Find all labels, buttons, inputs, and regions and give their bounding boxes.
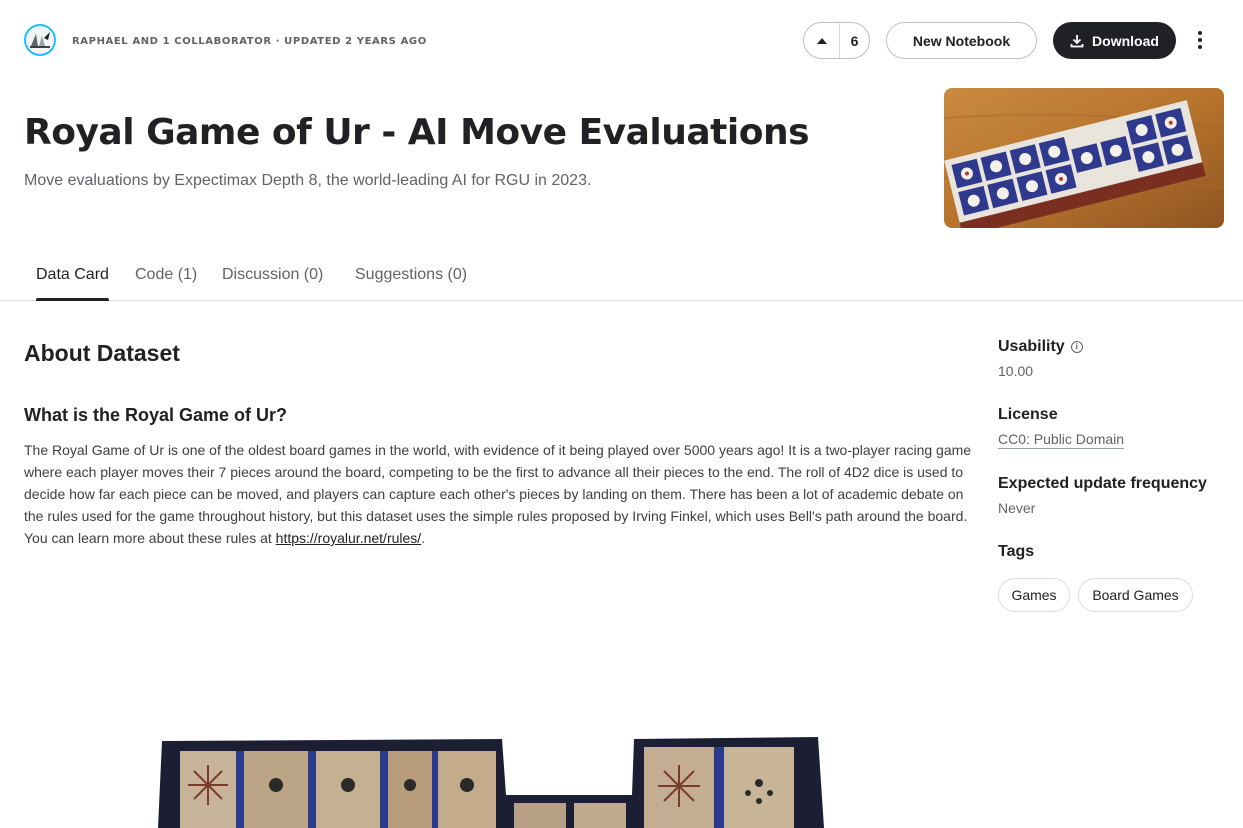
ur-board-photo — [158, 735, 828, 828]
usability-value: 10.00 — [998, 363, 1034, 379]
tag-chip-board-games[interactable]: Board Games — [1078, 578, 1193, 612]
info-icon[interactable]: i — [1070, 341, 1083, 353]
more-vertical-icon[interactable] — [1186, 26, 1214, 54]
upvote-widget: 6 — [803, 22, 870, 59]
update-frequency-label: Expected update frequency — [998, 475, 1207, 492]
download-button[interactable]: Download — [1053, 22, 1176, 59]
upvote-count[interactable]: 6 — [840, 33, 869, 49]
about-heading: About Dataset — [24, 340, 180, 366]
download-label: Download — [1092, 32, 1159, 49]
dataset-cover-image — [944, 88, 1224, 228]
owner-avatar[interactable] — [24, 24, 56, 56]
upvote-button[interactable] — [804, 23, 840, 58]
tab-discussion[interactable]: Discussion (0) — [222, 266, 323, 301]
tab-code[interactable]: Code (1) — [135, 266, 197, 301]
new-notebook-button[interactable]: New Notebook — [886, 22, 1037, 59]
download-icon — [1070, 34, 1084, 47]
usability-label-text: Usability — [998, 338, 1065, 355]
rules-link[interactable]: https://royalur.net/rules/ — [276, 530, 422, 546]
dataset-byline[interactable]: RAPHAEL AND 1 COLLABORATOR · UPDATED 2 Y… — [72, 36, 427, 47]
tab-suggestions[interactable]: Suggestions (0) — [355, 266, 467, 301]
dataset-title: Royal Game of Ur - AI Move Evaluations — [24, 112, 810, 153]
update-frequency-value: Never — [998, 500, 1036, 516]
dataset-tabs: Data Card Code (1) Discussion (0) Sugges… — [0, 256, 1243, 301]
usability-label: Usability i — [998, 338, 1083, 356]
description-paragraph: The Royal Game of Ur is one of the oldes… — [24, 439, 974, 549]
description-trailing: . — [421, 530, 426, 546]
caret-up-icon — [816, 37, 827, 44]
description-text: The Royal Game of Ur is one of the oldes… — [24, 442, 972, 546]
tags-label: Tags — [998, 543, 1035, 560]
license-label: License — [998, 406, 1058, 423]
tab-data-card[interactable]: Data Card — [36, 266, 109, 301]
dataset-subtitle: Move evaluations by Expectimax Depth 8, … — [24, 172, 592, 189]
top-bar: RAPHAEL AND 1 COLLABORATOR · UPDATED 2 Y… — [0, 0, 1243, 80]
tag-chip-games[interactable]: Games — [998, 578, 1070, 612]
license-link[interactable]: CC0: Public Domain — [998, 431, 1125, 449]
section-heading: What is the Royal Game of Ur? — [24, 405, 288, 425]
